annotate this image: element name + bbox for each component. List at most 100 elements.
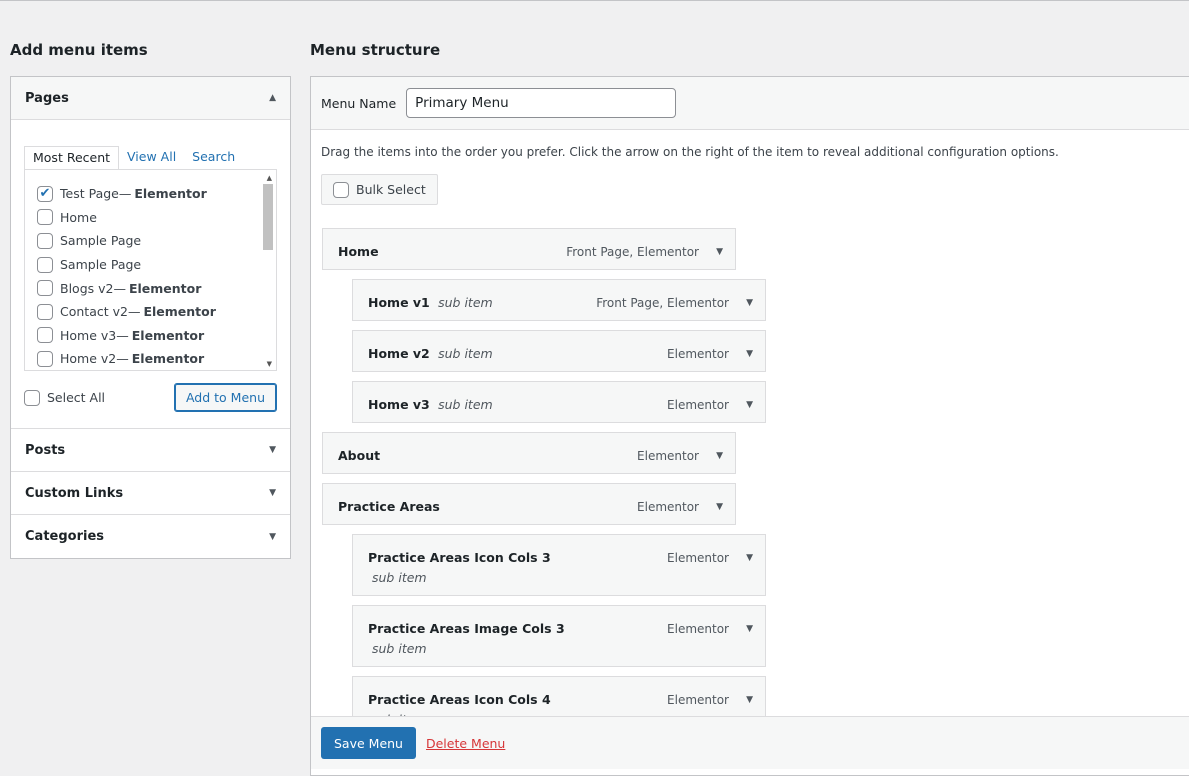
- page-name: Sample Page: [60, 233, 142, 249]
- add-menu-items-heading: Add menu items: [10, 41, 148, 59]
- menu-item[interactable]: Home v1 sub item Front Page, Elementor ▼: [352, 279, 766, 321]
- scroll-down-icon[interactable]: ▼: [267, 360, 272, 368]
- expand-arrow-icon[interactable]: ▼: [746, 619, 753, 639]
- page-name: Contact v2: [60, 304, 128, 320]
- menu-item[interactable]: Home Front Page, Elementor ▼: [322, 228, 736, 270]
- top-divider: [0, 0, 1189, 2]
- page-name: Home v2: [60, 351, 117, 367]
- page-list-item[interactable]: Contact v2 — Elementor: [37, 300, 276, 324]
- expand-arrow-icon[interactable]: ▼: [746, 548, 753, 568]
- page-builder-label: Elementor: [128, 280, 202, 296]
- checkbox[interactable]: [37, 280, 53, 297]
- menu-item[interactable]: Practice Areas Elementor ▼: [322, 483, 736, 525]
- select-all-checkbox[interactable]: Select All: [24, 389, 105, 406]
- menu-item-title-wrap: Home: [338, 242, 538, 262]
- tab-most-recent[interactable]: Most Recent: [24, 146, 120, 170]
- menu-name-label: Menu Name: [321, 95, 397, 111]
- menu-item-title: Home v3: [368, 397, 430, 412]
- expand-arrow-icon[interactable]: ▼: [746, 395, 753, 415]
- save-menu-button[interactable]: Save Menu: [321, 727, 416, 759]
- separator: —: [116, 351, 129, 367]
- page-list-item[interactable]: Home v2 — Elementor: [37, 347, 276, 370]
- menu-item-type: Elementor: [667, 693, 729, 707]
- sub-item-label: sub item: [438, 295, 493, 310]
- expand-arrow-icon[interactable]: ▼: [716, 242, 723, 262]
- menu-item-title-wrap: Home v3 sub item: [368, 395, 568, 415]
- menu-item-type: Elementor: [637, 500, 699, 514]
- page-name: Sample Page: [60, 257, 142, 273]
- chevron-down-icon: ▼: [269, 445, 276, 455]
- expand-arrow-icon[interactable]: ▼: [746, 690, 753, 710]
- menu-item-title: Practice Areas Icon Cols 3: [368, 550, 551, 565]
- bulk-select-label: Bulk Select: [356, 182, 426, 197]
- chevron-down-icon: ▼: [269, 488, 276, 498]
- pages-section-body: Most Recent View All Search ▲ ▼ ✔ Test Pa…: [11, 120, 290, 429]
- tab-search[interactable]: Search: [184, 146, 243, 169]
- checkbox[interactable]: [37, 232, 53, 249]
- menu-name-input[interactable]: [406, 88, 677, 118]
- bulk-select-button[interactable]: Bulk Select: [321, 174, 438, 205]
- page-list-item[interactable]: Blogs v2 — Elementor: [37, 276, 276, 300]
- menu-item-title: Home v2: [368, 346, 430, 361]
- page-list-item[interactable]: Home v3 — Elementor: [37, 324, 276, 348]
- menu-footer: Save Menu Delete Menu: [311, 716, 1189, 769]
- page-name: Home v3: [60, 327, 117, 343]
- menu-item[interactable]: About Elementor ▼: [322, 432, 736, 474]
- menu-item-type: Elementor: [637, 449, 699, 463]
- checkbox-checked[interactable]: ✔: [37, 185, 53, 202]
- pages-label: Pages: [25, 90, 69, 106]
- page-list-item[interactable]: Sample Page: [37, 253, 276, 277]
- checkbox[interactable]: [37, 350, 53, 367]
- menu-item-type: Front Page, Elementor: [596, 296, 729, 310]
- menu-item-title-wrap: About: [338, 446, 538, 466]
- tab-view-all[interactable]: View All: [119, 146, 184, 169]
- chevron-down-icon: ▼: [269, 531, 276, 542]
- sub-item-label: sub item: [372, 641, 427, 656]
- checkbox[interactable]: [37, 209, 53, 226]
- instructions-text: Drag the items into the order you prefer…: [321, 145, 1059, 159]
- expand-arrow-icon[interactable]: ▼: [716, 497, 723, 517]
- separator: —: [118, 186, 132, 202]
- categories-section-header[interactable]: Categories ▼: [11, 515, 290, 558]
- menu-item-type: Elementor: [667, 622, 729, 636]
- menu-structure-panel: Menu Name Drag the items into the order …: [310, 76, 1189, 776]
- checkbox[interactable]: [24, 389, 40, 406]
- menu-item[interactable]: Home v3 sub item Elementor ▼: [352, 381, 766, 423]
- expand-arrow-icon[interactable]: ▼: [746, 293, 753, 313]
- scrollbar-thumb[interactable]: [263, 184, 273, 250]
- page-list-item[interactable]: Sample Page: [37, 229, 276, 253]
- menu-item-title-wrap: Home v2 sub item: [368, 344, 568, 364]
- custom-links-section-header[interactable]: Custom Links ▼: [11, 472, 290, 515]
- menu-item-title-wrap: Practice Areas Image Cols 3 sub item: [368, 619, 568, 659]
- page-name: Test Page: [60, 186, 119, 202]
- posts-section-header[interactable]: Posts ▼: [11, 429, 290, 472]
- menu-item-title: Practice Areas Icon Cols 4: [368, 692, 551, 707]
- sub-item-label: sub item: [372, 570, 427, 585]
- page-list-item[interactable]: Home: [37, 206, 276, 230]
- menu-item-title: Home v1: [368, 295, 430, 310]
- page-builder-label: Elementor: [134, 186, 207, 202]
- checkmark-icon: ✔: [39, 186, 51, 202]
- menu-item[interactable]: Practice Areas Icon Cols 3 sub item Eleme…: [352, 534, 766, 596]
- menu-item[interactable]: Practice Areas Image Cols 3 sub item Elem…: [352, 605, 766, 667]
- checkbox[interactable]: [37, 327, 53, 344]
- add-to-menu-button[interactable]: Add to Menu: [173, 383, 277, 412]
- scroll-up-icon[interactable]: ▲: [267, 174, 272, 182]
- checkbox[interactable]: [37, 256, 53, 273]
- page-list-item[interactable]: ✔ Test Page — Elementor: [37, 182, 276, 206]
- expand-arrow-icon[interactable]: ▼: [746, 344, 753, 364]
- pages-section-header[interactable]: Pages ▲: [11, 77, 290, 120]
- expand-arrow-icon[interactable]: ▼: [716, 446, 723, 466]
- separator: —: [116, 327, 129, 343]
- page-name: Home: [60, 209, 97, 225]
- menu-item-title: Practice Areas Image Cols 3: [368, 621, 565, 636]
- page-builder-label: Elementor: [143, 304, 216, 320]
- custom-links-label: Custom Links: [25, 485, 124, 501]
- menu-item-title-wrap: Home v1 sub item: [368, 293, 568, 313]
- delete-menu-link[interactable]: Delete Menu: [426, 736, 505, 751]
- checkbox[interactable]: [37, 303, 53, 320]
- separator: —: [127, 304, 141, 320]
- checkbox[interactable]: [333, 181, 349, 198]
- sub-item-label: sub item: [438, 346, 493, 361]
- menu-item[interactable]: Home v2 sub item Elementor ▼: [352, 330, 766, 372]
